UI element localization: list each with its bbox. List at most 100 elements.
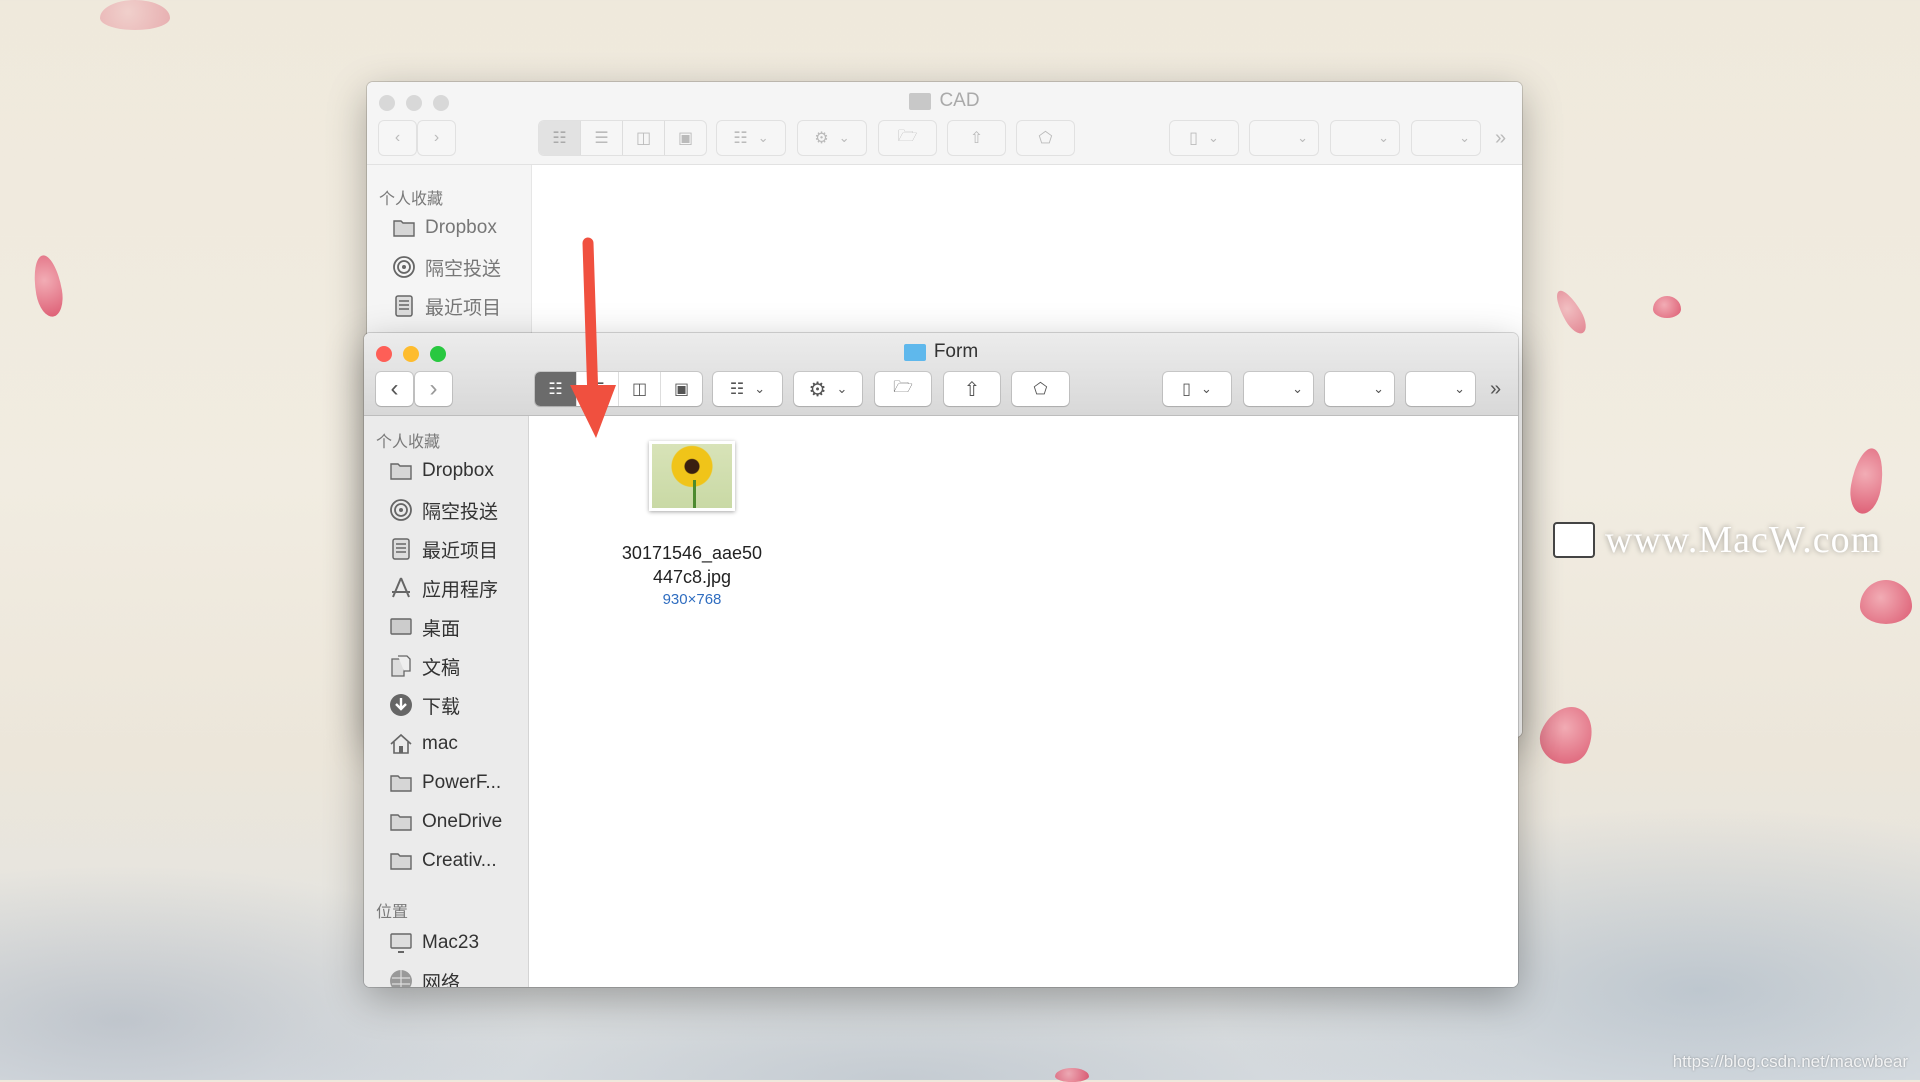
- folder-icon: [390, 775, 412, 792]
- sidebar-item-label: 网络: [422, 972, 461, 988]
- sidebar-item-label: Dropbox: [425, 217, 497, 238]
- toolbar-overflow-button[interactable]: »: [1495, 127, 1506, 150]
- airdrop-icon: [393, 256, 415, 278]
- file-area[interactable]: 30171546_aae50 447c8.jpg 930×768: [529, 416, 1518, 987]
- image-dimensions: 930×768: [662, 591, 722, 608]
- toolbar-overflow-button[interactable]: »: [1490, 378, 1501, 401]
- list-view-icon[interactable]: ☰: [581, 121, 623, 155]
- back-button[interactable]: ‹: [376, 372, 413, 406]
- image-thumbnail[interactable]: [649, 441, 735, 511]
- finder-window-form[interactable]: Form ‹ › ☷ ☰ ◫ ▣ ☷ ⌄ ⚙ ⌄ 🗁 ⇧ ⬠ ▯ ⌄ ⌄ ⌄ ⌄ » 个人收…: [364, 333, 1518, 987]
- column-view-icon[interactable]: ◫: [619, 372, 661, 406]
- dropdown-2[interactable]: ⌄: [1244, 372, 1313, 406]
- sidebar-item-applications[interactable]: 应用程序: [388, 573, 498, 603]
- sidebar-item-label: mac: [422, 733, 458, 754]
- column-view-icon[interactable]: ◫: [623, 121, 665, 155]
- icon-view-icon[interactable]: ☷: [539, 121, 581, 155]
- back-button[interactable]: ‹: [379, 121, 416, 155]
- file-item[interactable]: 30171546_aae50 447c8.jpg 930×768: [607, 441, 777, 608]
- group-by-button[interactable]: ☷ ⌄: [713, 372, 782, 406]
- home-icon: [390, 733, 412, 754]
- view-switcher[interactable]: ☷ ☰ ◫ ▣: [535, 372, 702, 406]
- title-bar[interactable]: CAD ‹ › ☷ ☰ ◫ ▣ ☷ ⌄ ⚙ ⌄ 🗁 ⇧ ⬠ ▯ ⌄ ⌄ ⌄ ⌄ »: [367, 82, 1522, 165]
- gallery-view-icon[interactable]: ▣: [665, 121, 706, 155]
- sidebar-item-label: 隔空投送: [425, 258, 502, 280]
- sidebar-item-label: OneDrive: [422, 811, 503, 832]
- sidebar-item-label: Mac23: [422, 932, 480, 953]
- sidebar-item-network[interactable]: 网络: [388, 966, 460, 987]
- sidebar-item-label: 下载: [422, 696, 461, 718]
- dropdown-4[interactable]: ⌄: [1406, 372, 1475, 406]
- airdrop-icon: [390, 499, 412, 521]
- forward-button[interactable]: ›: [415, 372, 452, 406]
- sidebar-item-label: 最近项目: [422, 540, 499, 562]
- sidebar-item-computer[interactable]: Mac23: [388, 928, 479, 958]
- sidebar-item-label: 应用程序: [422, 579, 499, 601]
- new-folder-button[interactable]: 🗁: [879, 121, 936, 155]
- tag-button[interactable]: ⬠: [1017, 121, 1074, 155]
- folder-icon: [393, 220, 415, 237]
- gallery-view-icon[interactable]: ▣: [661, 372, 702, 406]
- network-icon: [390, 970, 412, 987]
- window-title: CAD: [939, 90, 980, 111]
- device-dropdown[interactable]: ▯ ⌄: [1163, 372, 1231, 406]
- dropdown-4[interactable]: ⌄: [1412, 121, 1480, 155]
- share-button[interactable]: ⇧: [948, 121, 1005, 155]
- sidebar-item-label: PowerF...: [422, 772, 502, 793]
- sidebar: 个人收藏 位置 Dropbox 隔空投送最近项目应用程序桌面文稿下载 mac Powe…: [364, 416, 529, 987]
- view-switcher[interactable]: ☷ ☰ ◫ ▣: [539, 121, 706, 155]
- sidebar-item-desktop[interactable]: 桌面: [388, 612, 460, 642]
- sidebar-item-label: 桌面: [422, 618, 461, 640]
- window-title: Form: [933, 341, 979, 362]
- sidebar-item-recents[interactable]: 最近项目: [391, 291, 501, 321]
- recents-icon: [395, 295, 413, 317]
- sidebar-item-documents[interactable]: 文稿: [388, 651, 460, 681]
- device-dropdown[interactable]: ▯ ⌄: [1170, 121, 1238, 155]
- folder-icon: [390, 463, 412, 480]
- sidebar-item-label: 文稿: [422, 657, 461, 679]
- petal-decoration: [1860, 580, 1912, 624]
- list-view-icon[interactable]: ☰: [577, 372, 619, 406]
- dropdown-3[interactable]: ⌄: [1331, 121, 1399, 155]
- dropdown-2[interactable]: ⌄: [1250, 121, 1318, 155]
- tag-button[interactable]: ⬠: [1012, 372, 1069, 406]
- watermark-text: www.MacW.com: [1605, 519, 1882, 561]
- locations-header: 位置: [376, 904, 409, 921]
- sidebar-item-folder[interactable]: OneDrive: [388, 807, 502, 837]
- share-button[interactable]: ⇧: [944, 372, 1000, 406]
- sidebar-item-downloads[interactable]: 下载: [388, 690, 460, 720]
- sidebar-item-recents[interactable]: 最近项目: [388, 534, 498, 564]
- petal-decoration: [100, 0, 170, 30]
- sidebar-item-folder[interactable]: Creativ...: [388, 846, 497, 876]
- file-name-line1: 30171546_aae50: [621, 543, 763, 563]
- desktop-icon: [390, 618, 412, 635]
- recents-icon: [392, 538, 410, 560]
- file-name-line2: 447c8.jpg: [652, 567, 732, 587]
- folder-icon: [903, 343, 926, 361]
- downloads-icon: [390, 694, 412, 716]
- source-url: https://blog.csdn.net/macwbear: [1672, 1052, 1908, 1071]
- group-by-button[interactable]: ☷ ⌄: [717, 121, 785, 155]
- sidebar-item-folder[interactable]: Dropbox: [391, 213, 497, 243]
- folder-icon: [390, 853, 412, 870]
- petal-decoration: [1653, 296, 1681, 318]
- title-bar[interactable]: Form ‹ › ☷ ☰ ◫ ▣ ☷ ⌄ ⚙ ⌄ 🗁 ⇧ ⬠ ▯ ⌄ ⌄ ⌄ ⌄ »: [364, 333, 1518, 416]
- sidebar-item-airdrop[interactable]: 隔空投送: [391, 252, 501, 282]
- favorites-header: 个人收藏: [376, 434, 441, 451]
- sidebar-item-folder[interactable]: Dropbox: [388, 456, 494, 486]
- dropdown-3[interactable]: ⌄: [1325, 372, 1394, 406]
- action-gear-button[interactable]: ⚙ ⌄: [798, 121, 866, 155]
- petal-decoration: [29, 253, 67, 319]
- applications-icon: [392, 577, 410, 598]
- folder-icon: [909, 92, 932, 110]
- sidebar-item-label: Dropbox: [422, 460, 494, 481]
- sidebar-item-airdrop[interactable]: 隔空投送: [388, 495, 498, 525]
- new-folder-button[interactable]: 🗁: [875, 372, 931, 406]
- icon-view-icon[interactable]: ☷: [535, 372, 577, 406]
- sidebar-item-home[interactable]: mac: [388, 729, 458, 759]
- sidebar-item-label: Creativ...: [422, 850, 497, 871]
- action-gear-button[interactable]: ⚙ ⌄: [794, 372, 862, 406]
- sidebar-item-folder[interactable]: PowerF...: [388, 768, 501, 798]
- forward-button[interactable]: ›: [418, 121, 455, 155]
- computer-icon: [390, 933, 412, 953]
